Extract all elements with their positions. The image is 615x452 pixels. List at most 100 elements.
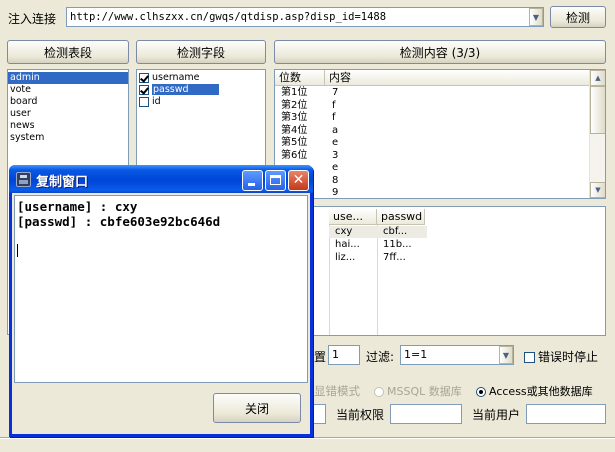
minimize-icon	[248, 183, 255, 186]
maximize-icon	[270, 175, 281, 185]
mssql-option[interactable]: MSSQL 数据库	[374, 383, 462, 399]
stop-on-error-label: 错误时停止	[538, 350, 599, 364]
table-row[interactable]: 第3位 f	[275, 112, 589, 125]
filter-dropdown-button[interactable]: ▼	[499, 346, 513, 364]
field-label: username	[152, 72, 200, 83]
cell-passwd: 11b...	[383, 239, 412, 250]
cell-content: f	[332, 112, 336, 123]
interval-value: 1	[332, 348, 339, 361]
list-item-table[interactable]: vote	[8, 84, 128, 96]
cell-passwd: 7ff...	[383, 252, 406, 263]
table-row[interactable]: cxy cbf...	[329, 226, 427, 238]
app-icon	[16, 172, 31, 187]
table-row[interactable]: hai... 11b...	[329, 239, 427, 251]
field-item-username[interactable]: username	[137, 72, 265, 84]
dialog-titlebar[interactable]: 复制窗口 ✕	[9, 165, 313, 193]
stop-on-error-option[interactable]: 错误时停止	[524, 348, 598, 365]
cell-position: 第2位	[281, 99, 308, 111]
scroll-down-button[interactable]: ▼	[590, 182, 605, 198]
minimize-button[interactable]	[242, 170, 263, 191]
cell-position: 第5位	[281, 137, 308, 148]
cell-content: 8	[332, 174, 339, 186]
access-option[interactable]: Access或其他数据库	[476, 383, 593, 399]
id-checkbox[interactable]	[139, 96, 149, 107]
cell-content: e	[332, 137, 339, 148]
dialog-body: [username] : cxy [passwd] : cbfe603e92bc…	[12, 193, 310, 434]
content-grid[interactable]: 位数 内容 第1位 7 第2位 f 第3位 f 第4位 a 第5位 e 第6位 3 e 8 9 ▲ ▼	[274, 69, 606, 199]
copy-line: [passwd] : cbfe603e92bc646d	[17, 214, 221, 229]
access-label: Access或其他数据库	[489, 385, 593, 398]
cell-content: e	[332, 162, 339, 173]
close-button[interactable]: ✕	[288, 170, 309, 191]
cell-content: a	[332, 124, 339, 136]
col-header-passwd[interactable]: passwd	[377, 209, 425, 225]
copy-dialog[interactable]: 复制窗口 ✕ [username] : cxy [passwd] : cbfe6…	[9, 165, 313, 437]
bottom-divider	[0, 437, 615, 439]
current-perm-field[interactable]	[390, 404, 462, 424]
list-item-table[interactable]: user	[8, 108, 128, 120]
scroll-thumb[interactable]	[590, 86, 605, 134]
cell-content: 7	[332, 87, 339, 98]
cell-position: 第3位	[281, 112, 308, 123]
cell-content: f	[332, 99, 336, 111]
cell-position: 第4位	[281, 124, 308, 136]
detect-fields-button[interactable]: 检测字段	[136, 40, 266, 64]
url-dropdown-button[interactable]: ▼	[529, 8, 543, 26]
col-header-username[interactable]: use...	[329, 209, 377, 225]
list-item-table[interactable]: board	[8, 96, 128, 108]
interval-input[interactable]: 1	[328, 345, 360, 365]
results-grid[interactable]: use... passwd cxy cbf... hai... 11b... l…	[274, 206, 606, 336]
url-text: http://www.clhszxx.cn/gwqs/qtdisp.asp?di…	[70, 11, 387, 23]
cell-position: 第1位	[281, 87, 308, 98]
url-label: 注入连接	[8, 12, 57, 26]
current-user-label: 当前用户	[472, 408, 521, 422]
error-mode-option[interactable]: 显错模式	[314, 383, 360, 399]
list-item-table[interactable]: admin	[8, 72, 128, 84]
table-row[interactable]: 8	[275, 175, 589, 188]
detect-content-button[interactable]: 检测内容 (3/3)	[274, 40, 606, 64]
field-item-passwd[interactable]: passwd	[137, 84, 265, 96]
detect-tables-button[interactable]: 检测表段	[7, 40, 129, 64]
table-row[interactable]: liz... 7ff...	[329, 252, 427, 264]
url-input[interactable]: http://www.clhszxx.cn/gwqs/qtdisp.asp?di…	[66, 7, 544, 27]
content-scrollbar[interactable]: ▲ ▼	[589, 70, 605, 198]
col-header-content[interactable]: 内容	[325, 70, 590, 86]
table-row[interactable]: 9	[275, 187, 589, 198]
filter-select[interactable]: 1=1	[400, 345, 514, 365]
username-checkbox[interactable]	[139, 72, 149, 83]
close-icon: ✕	[292, 172, 305, 188]
field-item-id[interactable]: id	[137, 96, 265, 108]
table-row[interactable]: 第6位 3	[275, 150, 589, 163]
current-user-field[interactable]	[526, 404, 606, 424]
table-row[interactable]: 第1位 7	[275, 87, 589, 100]
text-cursor	[17, 244, 18, 257]
maximize-button[interactable]	[265, 170, 286, 191]
filter-label: 过滤:	[366, 350, 395, 364]
dialog-title: 复制窗口	[36, 175, 89, 190]
detect-button[interactable]: 检测	[550, 6, 606, 28]
cell-content: 9	[332, 187, 339, 198]
dialog-close-button[interactable]: 关闭	[213, 393, 301, 423]
table-row[interactable]: e	[275, 162, 589, 175]
cell-username: hai...	[335, 239, 360, 250]
stop-on-error-checkbox[interactable]	[524, 352, 535, 363]
filter-value: 1=1	[404, 348, 428, 361]
passwd-checkbox[interactable]	[139, 84, 149, 95]
table-row[interactable]: 第5位 e	[275, 137, 589, 150]
field-label: id	[152, 96, 161, 107]
copy-line: [username] : cxy	[17, 199, 138, 214]
error-mode-label: 显错模式	[314, 384, 360, 398]
current-perm-label: 当前权限	[336, 408, 385, 422]
list-item-table[interactable]: news	[8, 120, 128, 132]
cell-content: 3	[332, 149, 339, 161]
cell-passwd: cbf...	[383, 226, 408, 237]
copy-textarea[interactable]: [username] : cxy [passwd] : cbfe603e92bc…	[14, 195, 308, 383]
mssql-radio[interactable]	[374, 387, 384, 397]
table-row[interactable]: 第2位 f	[275, 100, 589, 113]
list-item-table[interactable]: system	[8, 132, 128, 144]
access-radio[interactable]	[476, 387, 486, 397]
col-header-position[interactable]: 位数	[275, 70, 325, 86]
table-row[interactable]: 第4位 a	[275, 125, 589, 138]
scroll-up-button[interactable]: ▲	[590, 70, 605, 86]
cell-position: 第6位	[281, 149, 308, 161]
